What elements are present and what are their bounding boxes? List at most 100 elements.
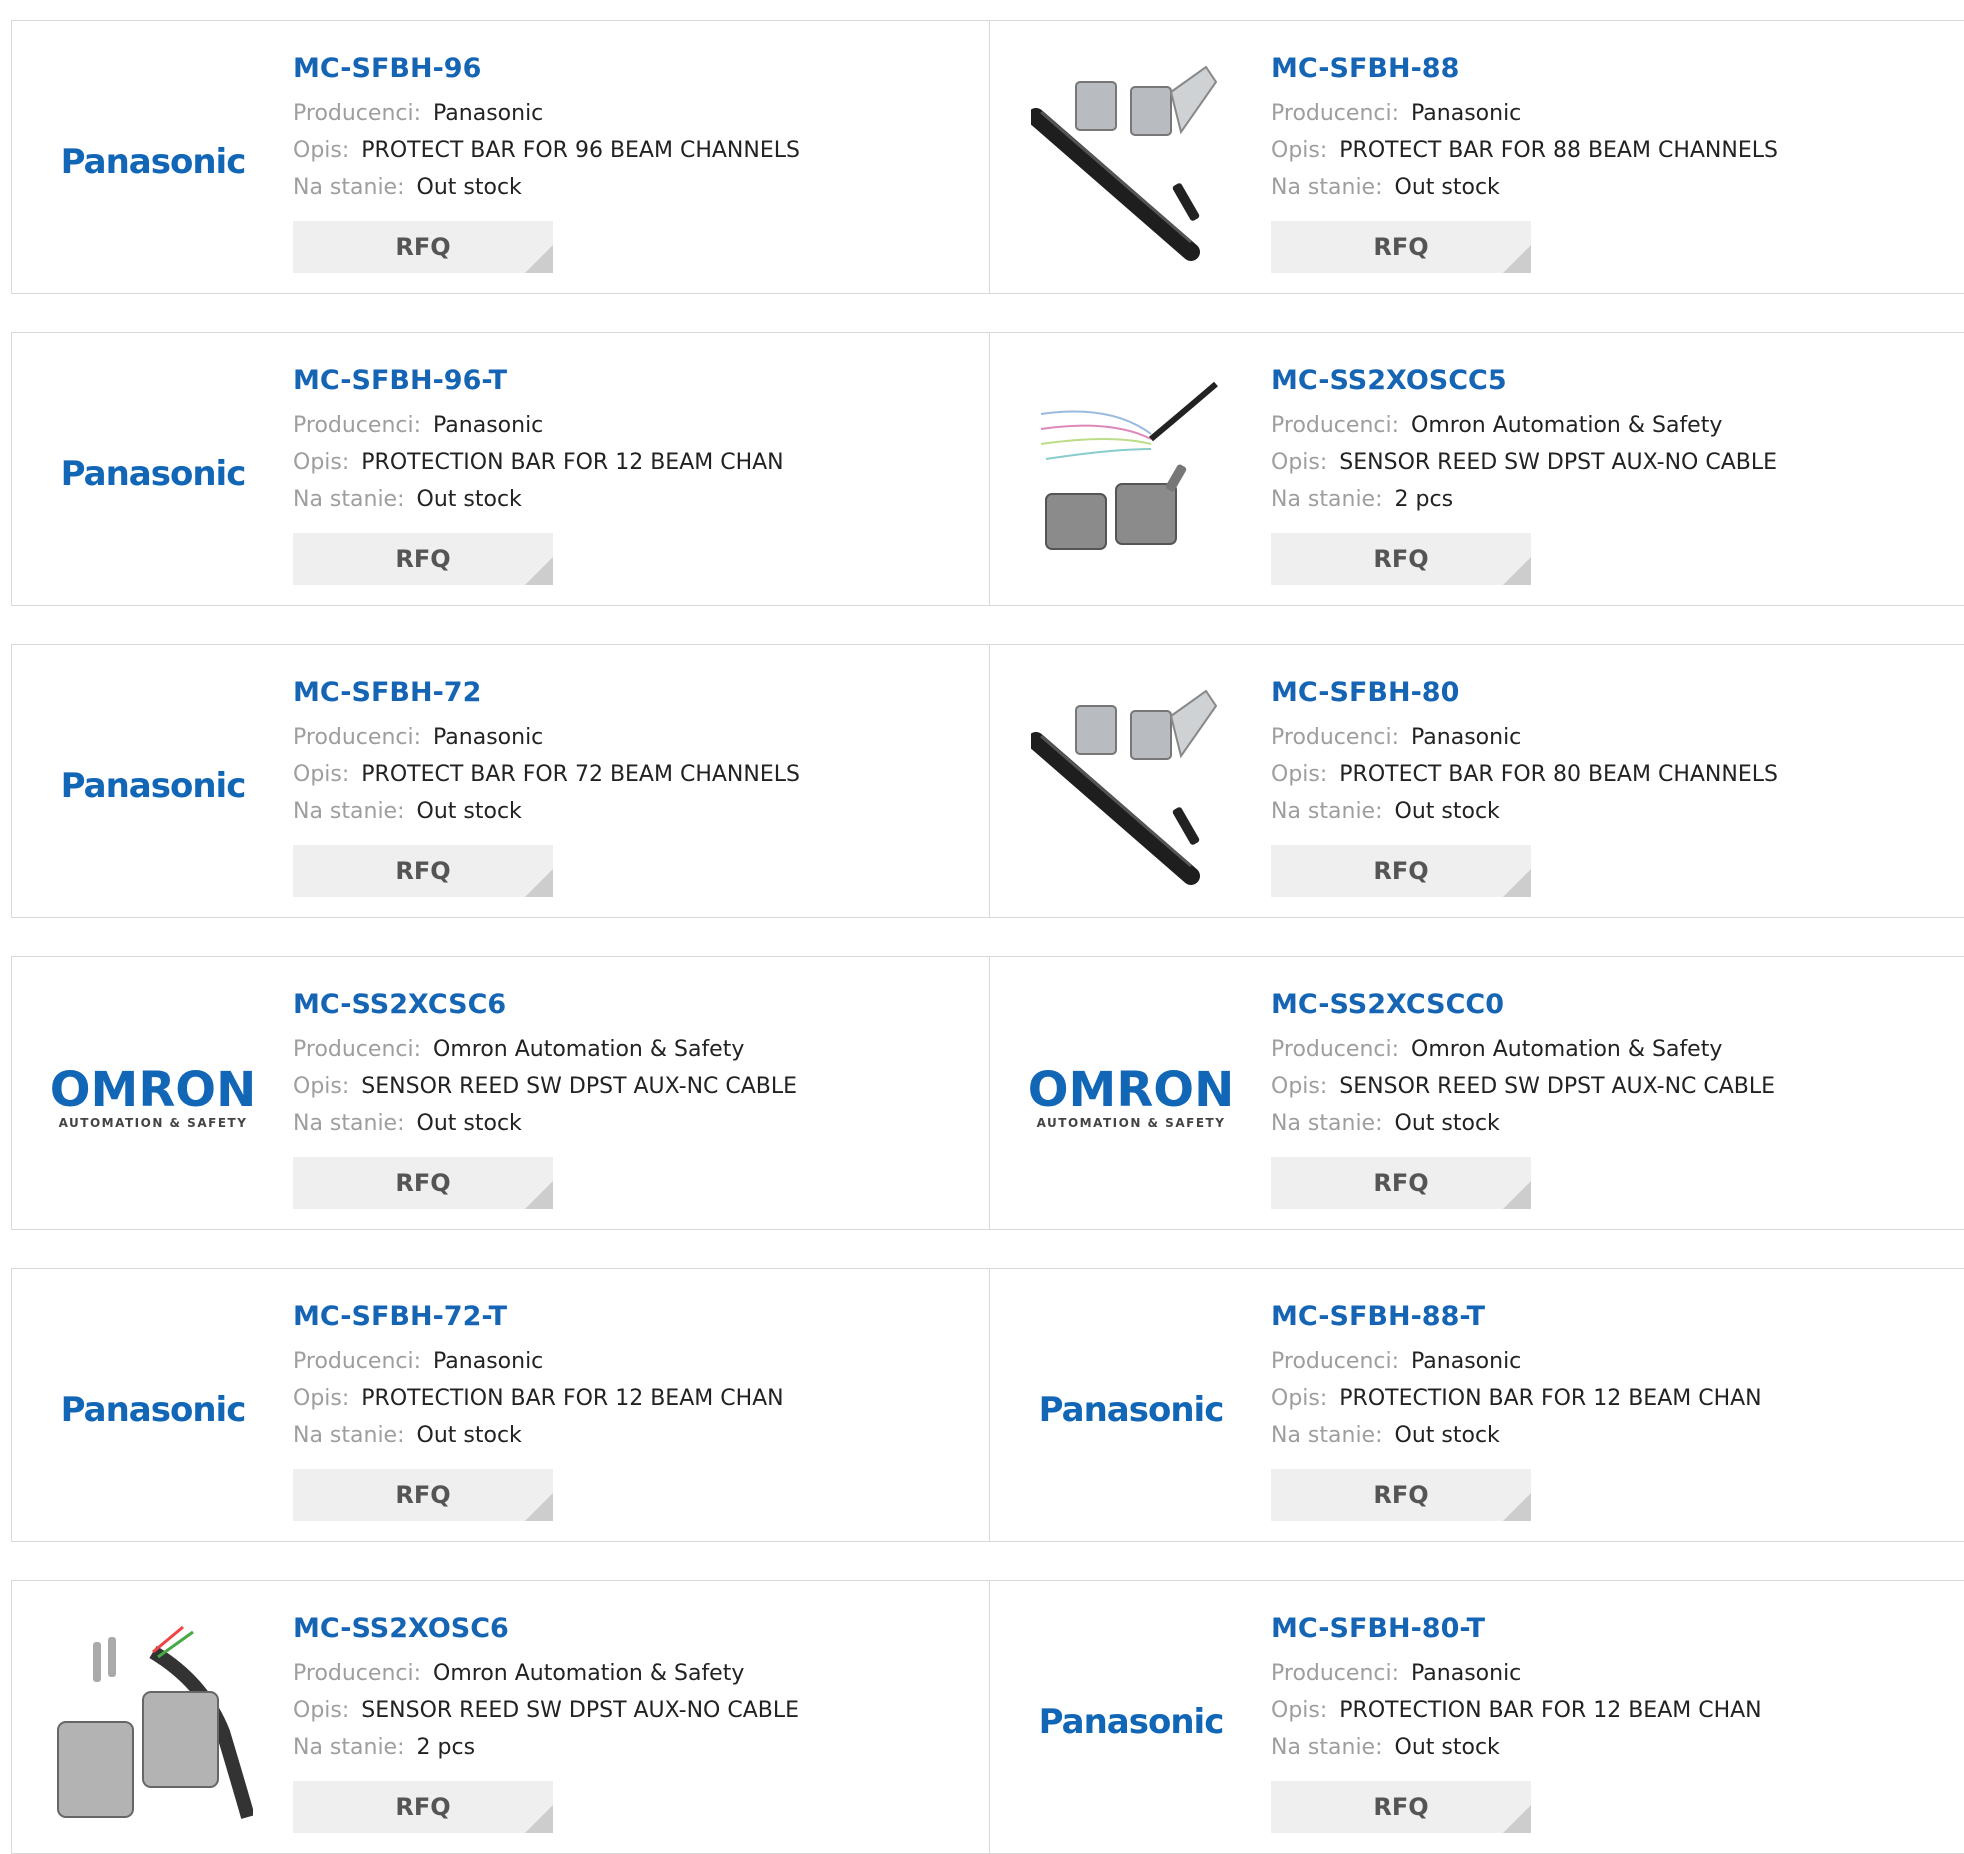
rfq-button[interactable]: RFQ	[293, 1157, 553, 1209]
product-image[interactable]: Panasonic	[50, 1307, 256, 1513]
description-value: PROTECTION BAR FOR 12 BEAM CHAN	[1339, 1698, 1762, 1723]
reed-switch-icon	[1040, 381, 1218, 550]
manufacturer-label: Producenci:	[293, 725, 422, 750]
description-row: Opis: SENSOR REED SW DPST AUX-NC CABLE	[293, 1068, 797, 1105]
stock-row: Na stanie: Out stock	[1271, 793, 1778, 830]
product-title-link[interactable]: MC-SFBH-80	[1271, 675, 1778, 711]
corner-triangle-icon	[1503, 1181, 1531, 1209]
stock-value: Out stock	[1394, 1423, 1500, 1448]
omron-logo-word: OMRON	[1027, 1062, 1235, 1118]
product-card: Panasonic MC-SFBH-72-T Producenci: Panaso…	[11, 1268, 991, 1542]
description-value: SENSOR REED SW DPST AUX-NO CABLE	[1339, 450, 1777, 475]
manufacturer-value: Panasonic	[1411, 101, 1522, 126]
stock-value: Out stock	[416, 1423, 522, 1448]
description-label: Opis:	[293, 138, 350, 163]
stock-row: Na stanie: Out stock	[1271, 1729, 1762, 1766]
manufacturer-label: Producenci:	[293, 413, 422, 438]
stock-row: Na stanie: 2 pcs	[1271, 481, 1777, 518]
corner-triangle-icon	[1503, 1493, 1531, 1521]
product-title-link[interactable]: MC-SS2XCSC6	[293, 987, 797, 1023]
manufacturer-label: Producenci:	[1271, 1037, 1400, 1062]
product-title-link[interactable]: MC-SFBH-80-T	[1271, 1611, 1762, 1647]
product-image[interactable]: OMRON AUTOMATION & SAFETY	[1027, 995, 1235, 1201]
product-title-link[interactable]: MC-SFBH-96	[293, 51, 800, 87]
stock-row: Na stanie: Out stock	[293, 793, 800, 830]
product-title-link[interactable]: MC-SFBH-96-T	[293, 363, 784, 399]
product-title-link[interactable]: MC-SFBH-88	[1271, 51, 1778, 87]
product-info: MC-SFBH-96 Producenci: Panasonic Opis: PRO…	[293, 51, 800, 206]
description-label: Opis:	[1271, 1698, 1328, 1723]
manufacturer-value: Panasonic	[433, 725, 544, 750]
rfq-button[interactable]: RFQ	[1271, 1781, 1531, 1833]
rfq-button[interactable]: RFQ	[293, 533, 553, 585]
panasonic-logo-icon: Panasonic	[60, 142, 247, 182]
product-info: MC-SFBH-80 Producenci: Panasonic Opis: PRO…	[1271, 675, 1778, 830]
product-card: MC-SFBH-88 Producenci: Panasonic Opis: PRO…	[989, 20, 1964, 294]
description-value: PROTECT BAR FOR 80 BEAM CHANNELS	[1339, 762, 1778, 787]
product-card: MC-SFBH-80 Producenci: Panasonic Opis: PRO…	[989, 644, 1964, 918]
stock-label: Na stanie:	[1271, 1111, 1383, 1136]
product-image[interactable]: Panasonic	[50, 683, 256, 889]
manufacturer-value: Panasonic	[1411, 725, 1522, 750]
panasonic-logo-icon: Panasonic	[1038, 1390, 1225, 1430]
description-row: Opis: SENSOR REED SW DPST AUX-NO CABLE	[293, 1692, 799, 1729]
product-title-link[interactable]: MC-SFBH-72	[293, 675, 800, 711]
stock-label: Na stanie:	[293, 799, 405, 824]
product-title-link[interactable]: MC-SS2XOSCC5	[1271, 363, 1777, 399]
rfq-button[interactable]: RFQ	[293, 221, 553, 273]
description-label: Opis:	[1271, 450, 1328, 475]
product-image[interactable]: Panasonic	[1028, 1619, 1234, 1825]
rfq-label: RFQ	[1373, 1793, 1429, 1821]
manufacturer-value: Omron Automation & Safety	[433, 1661, 745, 1686]
rfq-button[interactable]: RFQ	[293, 845, 553, 897]
product-image[interactable]	[1028, 59, 1234, 265]
product-title-link[interactable]: MC-SS2XOSC6	[293, 1611, 799, 1647]
stock-value: Out stock	[416, 1111, 522, 1136]
rfq-button[interactable]: RFQ	[293, 1469, 553, 1521]
product-title-link[interactable]: MC-SFBH-72-T	[293, 1299, 784, 1335]
product-image[interactable]: Panasonic	[1028, 1307, 1234, 1513]
product-card: Panasonic MC-SFBH-80-T Producenci: Panaso…	[989, 1580, 1964, 1854]
rfq-button[interactable]: RFQ	[1271, 1157, 1531, 1209]
description-row: Opis: PROTECTION BAR FOR 12 BEAM CHAN	[293, 1380, 784, 1417]
description-label: Opis:	[1271, 1074, 1328, 1099]
product-title-link[interactable]: MC-SS2XCSCC0	[1271, 987, 1775, 1023]
product-info: MC-SFBH-80-T Producenci: Panasonic Opis: P…	[1271, 1611, 1762, 1766]
manufacturer-row: Producenci: Panasonic	[293, 719, 800, 756]
rfq-button[interactable]: RFQ	[1271, 845, 1531, 897]
product-image[interactable]	[1028, 683, 1234, 889]
product-info: MC-SS2XOSC6 Producenci: Omron Automation …	[293, 1611, 799, 1766]
manufacturer-row: Producenci: Panasonic	[293, 1343, 784, 1380]
description-value: PROTECT BAR FOR 88 BEAM CHANNELS	[1339, 138, 1778, 163]
corner-triangle-icon	[1503, 869, 1531, 897]
manufacturer-value: Panasonic	[1411, 1349, 1522, 1374]
rfq-label: RFQ	[395, 1169, 451, 1197]
stock-value: Out stock	[1394, 175, 1500, 200]
rfq-button[interactable]: RFQ	[1271, 533, 1531, 585]
manufacturer-value: Omron Automation & Safety	[1411, 1037, 1723, 1062]
panasonic-logo-icon: Panasonic	[60, 454, 247, 494]
product-image[interactable]	[1028, 371, 1234, 577]
omron-logo-icon: OMRON AUTOMATION & SAFETY	[50, 1066, 257, 1130]
rfq-button[interactable]: RFQ	[293, 1781, 553, 1833]
corner-triangle-icon	[525, 1805, 553, 1833]
manufacturer-label: Producenci:	[293, 1349, 422, 1374]
manufacturer-label: Producenci:	[1271, 1349, 1400, 1374]
product-image[interactable]: Panasonic	[50, 371, 256, 577]
reed-switch-icon	[57, 1625, 253, 1819]
description-label: Opis:	[293, 1698, 350, 1723]
panasonic-logo-icon: Panasonic	[1038, 1702, 1225, 1742]
rfq-button[interactable]: RFQ	[1271, 221, 1531, 273]
product-title-link[interactable]: MC-SFBH-88-T	[1271, 1299, 1762, 1335]
product-photo	[1031, 62, 1231, 262]
rfq-button[interactable]: RFQ	[1271, 1469, 1531, 1521]
description-label: Opis:	[1271, 762, 1328, 787]
product-image[interactable]	[50, 1619, 256, 1825]
product-card: MC-SS2XOSCC5 Producenci: Omron Automation…	[989, 332, 1964, 606]
product-image[interactable]: Panasonic	[50, 59, 256, 265]
manufacturer-row: Producenci: Panasonic	[1271, 1343, 1762, 1380]
product-image[interactable]: OMRON AUTOMATION & SAFETY	[50, 995, 257, 1201]
product-photo	[1031, 374, 1231, 574]
stock-row: Na stanie: Out stock	[1271, 1105, 1775, 1142]
stock-label: Na stanie:	[1271, 799, 1383, 824]
